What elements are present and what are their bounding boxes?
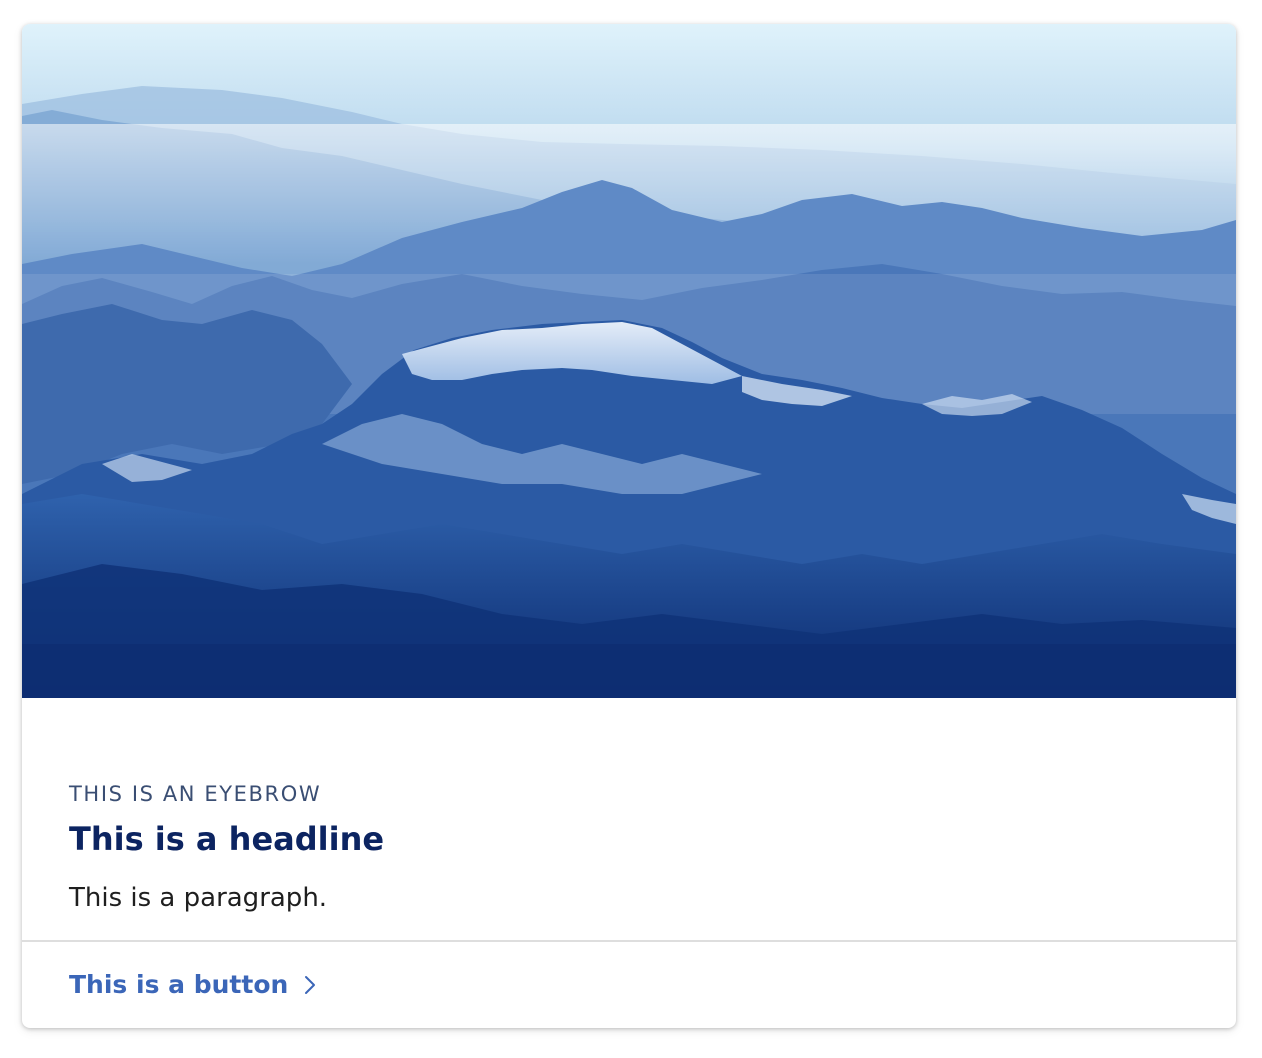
headline: This is a headline: [69, 820, 385, 858]
card-button-label: This is a button: [69, 970, 289, 999]
card-button[interactable]: This is a button: [69, 968, 318, 1002]
eyebrow-text: THIS IS AN EYEBROW: [69, 782, 322, 806]
content-card: THIS IS AN EYEBROW This is a headline Th…: [22, 24, 1236, 1028]
hero-image: [22, 24, 1236, 698]
chevron-right-icon: [305, 976, 316, 994]
card-footer: This is a button: [22, 942, 1236, 1028]
paragraph-text: This is a paragraph.: [69, 883, 328, 913]
card-body: THIS IS AN EYEBROW This is a headline Th…: [22, 698, 1236, 941]
